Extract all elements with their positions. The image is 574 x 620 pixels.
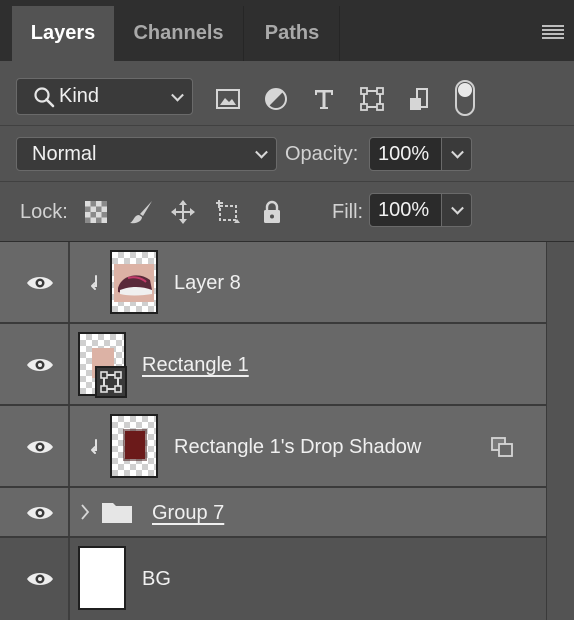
- smart-object-badge-icon: [491, 437, 513, 457]
- clipping-mask-icon: [91, 275, 97, 290]
- fill-label: Fill:: [332, 201, 364, 223]
- tab-paths[interactable]: Paths: [245, 6, 340, 61]
- layer-row-rectangle-1[interactable]: Rectangle 1: [0, 324, 546, 406]
- lock-label: Lock:: [20, 201, 68, 223]
- layer-row-drop-shadow[interactable]: Rectangle 1's Drop Shadow: [0, 406, 546, 488]
- lock-image-pixels-icon[interactable]: [128, 199, 154, 225]
- smart-object-filter-icon[interactable]: [407, 86, 433, 112]
- opacity-input[interactable]: 100%: [369, 137, 442, 171]
- visibility-column: [0, 488, 70, 536]
- eye-icon[interactable]: [26, 274, 54, 292]
- layer-name[interactable]: Rectangle 1: [142, 354, 249, 377]
- blend-mode-value: Normal: [32, 142, 97, 165]
- shape-filter-icon[interactable]: [359, 86, 385, 112]
- layer-name[interactable]: Layer 8: [174, 272, 241, 295]
- eye-icon[interactable]: [26, 570, 54, 588]
- filter-kind-label: Kind: [59, 85, 100, 107]
- visibility-column: [0, 406, 70, 486]
- chevron-down-icon: [451, 201, 464, 215]
- layer-name[interactable]: Group 7: [152, 502, 224, 525]
- layer-name[interactable]: BG: [142, 568, 171, 591]
- visibility-column: [0, 242, 70, 322]
- layers-scrollbar[interactable]: [546, 242, 574, 620]
- visibility-column: [0, 538, 70, 620]
- clipping-mask-icon: [91, 439, 97, 454]
- fill-input[interactable]: 100%: [369, 193, 442, 227]
- search-icon: [34, 86, 55, 107]
- layer-thumbnail: [110, 414, 158, 478]
- type-filter-icon[interactable]: [311, 86, 337, 112]
- layer-thumbnail: [110, 250, 158, 314]
- fill-dropdown-button[interactable]: [442, 193, 472, 227]
- layer-thumbnail: [78, 546, 126, 610]
- eye-icon[interactable]: [26, 356, 54, 374]
- tab-channels[interactable]: Channels: [114, 6, 244, 61]
- chevron-down-icon: [171, 88, 184, 102]
- lock-artboard-icon[interactable]: [215, 199, 241, 225]
- panel-tab-bar: Layers Channels Paths: [0, 0, 574, 61]
- adjustment-filter-icon[interactable]: [263, 86, 289, 112]
- eye-icon[interactable]: [26, 438, 54, 456]
- filter-kind-dropdown[interactable]: Kind: [16, 78, 193, 115]
- lock-all-icon[interactable]: [259, 199, 285, 225]
- chevron-down-icon: [255, 145, 268, 159]
- layer-name[interactable]: Rectangle 1's Drop Shadow: [174, 436, 421, 459]
- opacity-dropdown-button[interactable]: [442, 137, 472, 171]
- opacity-label: Opacity:: [285, 143, 359, 165]
- eye-icon[interactable]: [26, 504, 54, 522]
- lock-position-icon[interactable]: [170, 199, 196, 225]
- lock-row: Lock: Fill: 100%: [0, 182, 574, 242]
- layer-row-bg[interactable]: BG: [0, 538, 546, 620]
- chevron-down-icon: [451, 145, 464, 159]
- visibility-column: [0, 324, 70, 404]
- tab-layers[interactable]: Layers: [12, 6, 114, 61]
- vector-shape-badge-icon: [95, 366, 127, 398]
- blend-mode-dropdown[interactable]: Normal: [16, 137, 277, 171]
- lock-transparent-pixels-icon[interactable]: [83, 199, 109, 225]
- folder-icon: [102, 503, 132, 523]
- image-filter-icon[interactable]: [215, 86, 241, 112]
- layer-row-group-7[interactable]: Group 7: [0, 488, 546, 538]
- panel-menu-icon[interactable]: [542, 25, 564, 39]
- blend-row: Normal Opacity: 100%: [0, 126, 574, 182]
- filter-row: Kind: [0, 61, 574, 126]
- filter-toggle-switch[interactable]: [455, 80, 475, 116]
- layer-row-layer-8[interactable]: Layer 8: [0, 242, 546, 324]
- chevron-right-icon[interactable]: [80, 503, 90, 521]
